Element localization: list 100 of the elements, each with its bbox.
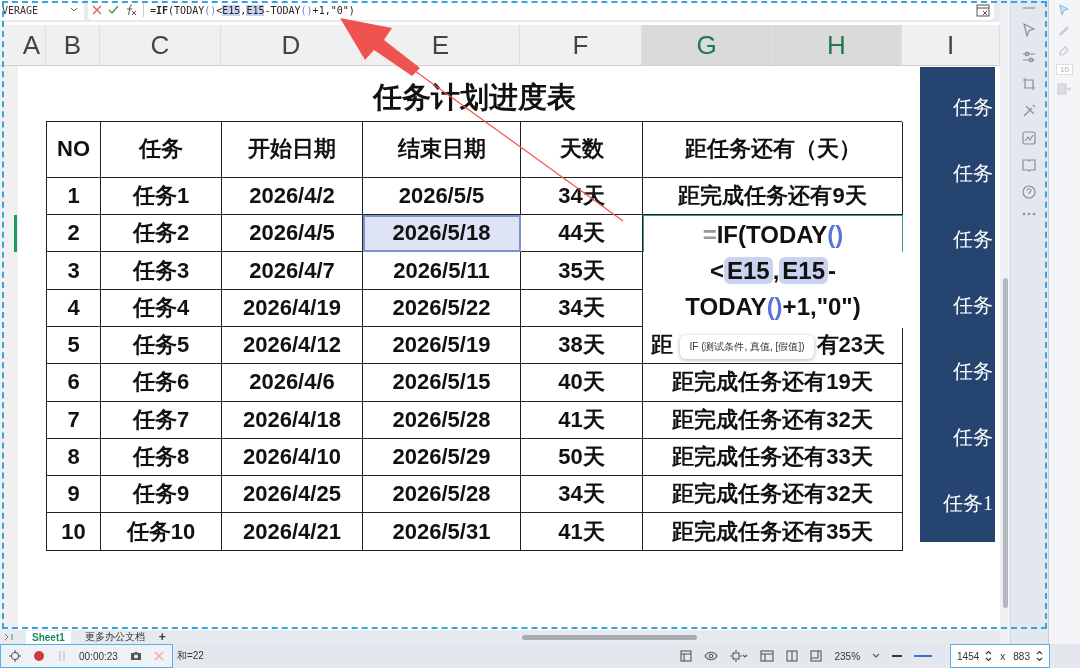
table-cell: 距完成任务还有9天	[643, 177, 903, 216]
panel-item-text: 任务	[953, 95, 993, 121]
table-cell: 10	[47, 513, 101, 551]
table-cell: 8	[47, 438, 101, 477]
name-box[interactable]: VERAGE	[0, 0, 84, 20]
cell-formula-editor[interactable]: =IF(TODAY() <E15,E15- TODAY()+1,"0")	[643, 216, 903, 325]
header-cell: 距任务还有（天）	[643, 121, 903, 178]
column-letter[interactable]: D	[281, 31, 301, 58]
column-letter[interactable]: B	[63, 31, 82, 58]
table-cell: 2026/5/28	[363, 401, 521, 439]
spinner-icon[interactable]	[1036, 650, 1043, 662]
table-cell-text: 有23天	[816, 331, 885, 360]
column-letter[interactable]: I	[946, 31, 955, 58]
move-icon[interactable]	[730, 650, 749, 662]
table-cell: 5	[47, 327, 101, 365]
table-cell: 任务9	[101, 476, 222, 514]
cursor-icon[interactable]	[1022, 23, 1037, 37]
page-view-icon[interactable]	[810, 650, 823, 662]
record-icon[interactable]	[33, 650, 45, 662]
check-icon[interactable]	[108, 5, 119, 15]
more-icon[interactable]	[1022, 212, 1037, 216]
column-letter[interactable]: F	[572, 31, 589, 58]
header-cell: NO	[47, 121, 101, 178]
table-cell: 50天	[521, 438, 643, 477]
size-separator: x	[1000, 650, 1006, 662]
cursor-icon[interactable]	[1058, 4, 1071, 16]
table-cell: 2026/5/18	[363, 215, 521, 253]
table-cell: 2026/4/2	[222, 177, 363, 216]
table-cell: 距完成任务还有32天	[643, 476, 903, 514]
scrollbar-thumb[interactable]	[522, 634, 697, 640]
table-settings-icon[interactable]	[680, 650, 693, 662]
color-swatch-icon[interactable]	[1057, 83, 1072, 95]
table-cell: 9	[47, 476, 101, 514]
panel-item-text: 任务	[953, 227, 993, 253]
table-cell-text: 距	[651, 331, 673, 360]
table-cell: 41天	[521, 401, 643, 439]
sum-readout: 和=22	[176, 649, 204, 663]
table-cell: 任务6	[101, 364, 222, 402]
scrollbar-thumb[interactable]	[1003, 278, 1008, 608]
height-field[interactable]: 883	[1013, 650, 1030, 662]
function-icon[interactable]	[125, 4, 137, 16]
sheet-title: 任务计划进度表	[371, 80, 577, 116]
table-cell: 44天	[521, 215, 643, 253]
spinner-icon[interactable]	[985, 650, 993, 662]
column-letter[interactable]: C	[150, 31, 170, 58]
zoom-out-icon[interactable]	[892, 654, 903, 658]
table-cell: 6	[47, 364, 101, 402]
table-cell: 任务1	[101, 177, 222, 216]
table-cell: 任务10	[101, 513, 222, 551]
width-field[interactable]: 1454	[957, 650, 980, 662]
table-cell: 距完成任务还有32天	[643, 401, 903, 439]
column-letter[interactable]: E	[431, 31, 450, 58]
table-cell: 2026/4/7	[222, 252, 363, 290]
normal-view-icon[interactable]	[760, 650, 775, 662]
table-cell: 2	[47, 215, 101, 253]
table-cell: 2026/5/22	[363, 289, 521, 327]
chevron-down-icon[interactable]	[70, 7, 78, 13]
table-cell: 2026/5/15	[363, 364, 521, 402]
column-letter[interactable]: H	[827, 31, 846, 58]
table-cell: 任务4	[101, 289, 222, 327]
table-cell: 任务7	[101, 401, 222, 439]
header-cell: 任务	[101, 121, 222, 178]
sheet-tab[interactable]: 更多办公文档	[78, 630, 151, 644]
header-cell: 天数	[521, 121, 643, 178]
book-icon[interactable]	[1022, 158, 1037, 172]
panel-item-text: 任务	[953, 359, 993, 385]
table-cell: 任务3	[101, 252, 222, 290]
add-sheet-button[interactable]: +	[158, 630, 166, 644]
table-cell: 2026/5/11	[363, 252, 521, 290]
zoom-level[interactable]: 235%	[834, 650, 861, 662]
help-icon[interactable]	[1022, 185, 1037, 199]
zoom-slider-icon[interactable]	[914, 654, 933, 658]
split-view-icon[interactable]	[786, 650, 799, 662]
table-cell: 2026/4/6	[222, 364, 363, 402]
panel-item-text: 任务	[953, 425, 993, 451]
crop-icon[interactable]	[1022, 77, 1037, 91]
table-cell: 任务8	[101, 438, 222, 477]
sheet-tab[interactable]: Sheet1	[26, 630, 71, 644]
header-cell: 结束日期	[363, 121, 521, 178]
panel-item-text: 任务	[953, 161, 993, 187]
crosshair-icon[interactable]	[9, 650, 21, 662]
table-cell: 距完成任务还有35天	[643, 513, 903, 551]
table-cell: 2026/4/12	[222, 327, 363, 365]
table-cell: 距完成任务还有19天	[643, 364, 903, 402]
camera-icon[interactable]	[129, 651, 142, 661]
table-cell: 34天	[521, 476, 643, 514]
cancel-icon[interactable]	[92, 5, 102, 15]
chart-icon[interactable]	[1022, 131, 1037, 145]
table-cell: 2026/4/19	[222, 289, 363, 327]
column-letter[interactable]: A	[22, 31, 41, 58]
table-cell: 2026/4/10	[222, 438, 363, 477]
table-cell: 4	[47, 289, 101, 327]
sliders-icon[interactable]	[1022, 50, 1037, 64]
formula-panel-icon[interactable]	[976, 3, 990, 17]
table-cell: 2026/4/21	[222, 513, 363, 551]
chevron-down-icon[interactable]	[872, 653, 881, 659]
table-cell: 2026/4/25	[222, 476, 363, 514]
column-letter[interactable]: G	[696, 31, 717, 58]
table-cell: 2026/5/29	[363, 438, 521, 477]
eye-icon[interactable]	[704, 651, 719, 661]
